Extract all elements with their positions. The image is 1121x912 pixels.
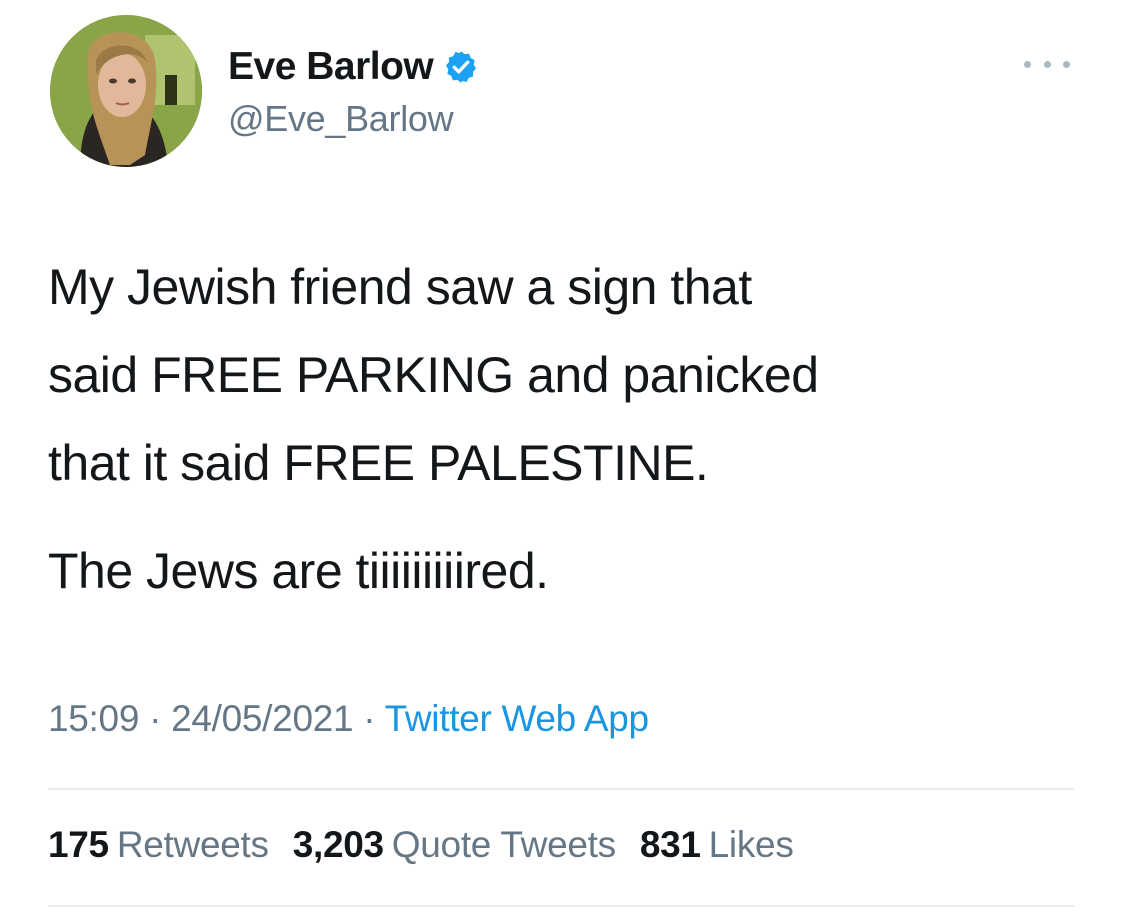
more-options-icon[interactable]: [1024, 55, 1070, 73]
tweet-stats: 175 Retweets 3,203 Quote Tweets 831 Likes: [48, 824, 818, 866]
quote-tweets-label: Quote Tweets: [391, 824, 616, 865]
tweet-card: Eve Barlow @Eve_Barlow My Jewish friend …: [0, 0, 1121, 912]
divider: [48, 788, 1074, 790]
tweet-time[interactable]: 15:09: [48, 698, 139, 739]
quote-tweets-stat[interactable]: 3,203 Quote Tweets: [293, 824, 616, 866]
tweet-paragraph: My Jewish friend saw a sign that said FR…: [48, 259, 819, 491]
user-handle[interactable]: @Eve_Barlow: [228, 98, 454, 140]
tweet-metadata: 15:09 · 24/05/2021 · Twitter Web App: [48, 698, 649, 740]
user-name-row: Eve Barlow: [228, 44, 479, 90]
meta-separator: ·: [149, 698, 162, 739]
retweets-label: Retweets: [116, 824, 269, 865]
display-name[interactable]: Eve Barlow: [228, 45, 434, 89]
quote-tweets-count: 3,203: [292, 824, 384, 865]
profile-photo: [50, 15, 202, 167]
meta-separator: ·: [363, 698, 376, 739]
divider: [48, 905, 1074, 907]
retweets-count: 175: [48, 824, 109, 865]
likes-count: 831: [639, 824, 701, 865]
tweet-paragraph: The Jews are tiiiiiiiiired.: [48, 543, 549, 599]
dot: [1024, 60, 1031, 68]
retweets-stat[interactable]: 175 Retweets: [48, 824, 269, 866]
verified-badge-icon: [443, 49, 479, 85]
tweet-source-link[interactable]: Twitter Web App: [385, 698, 650, 739]
dot: [1043, 60, 1051, 68]
dot: [1063, 60, 1070, 68]
likes-label: Likes: [708, 824, 794, 865]
likes-stat[interactable]: 831 Likes: [640, 824, 794, 866]
tweet-date[interactable]: 24/05/2021: [171, 698, 353, 739]
tweet-text: My Jewish friend saw a sign that said FR…: [48, 243, 1088, 615]
avatar[interactable]: [50, 15, 202, 167]
